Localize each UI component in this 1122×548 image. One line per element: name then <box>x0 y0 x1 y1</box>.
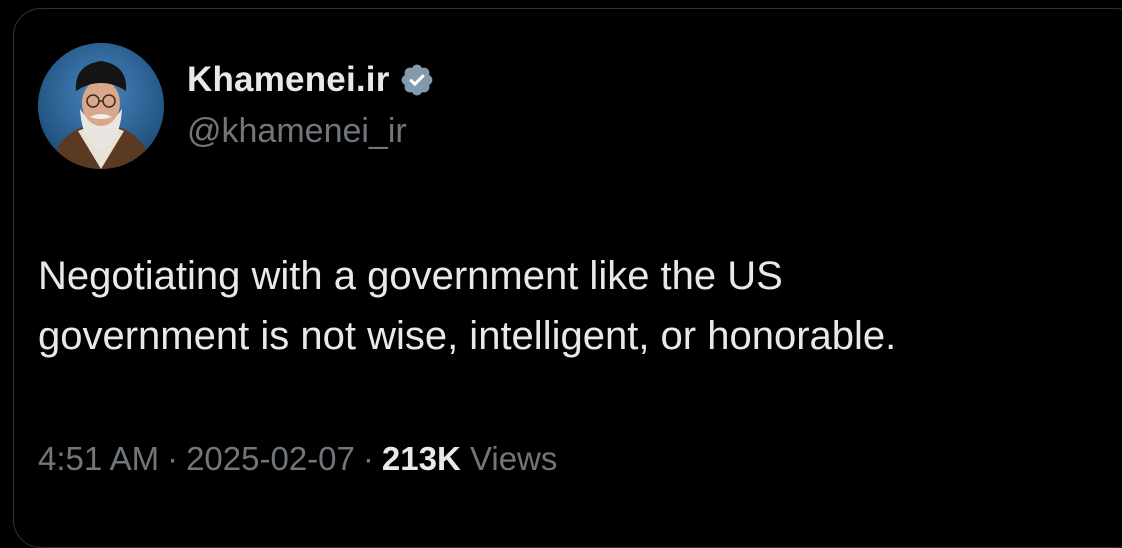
views-count[interactable]: 213K <box>382 440 461 477</box>
separator: · <box>167 440 179 477</box>
tweet-text: Negotiating with a government like the U… <box>38 246 1098 366</box>
separator: · <box>362 440 374 477</box>
screenshot-frame: Khamenei.ir @khamenei_ir Negotiating wit… <box>0 0 1122 548</box>
author-name-row: Khamenei.ir <box>187 56 435 104</box>
avatar[interactable] <box>38 43 164 169</box>
views-label: Views <box>469 440 558 477</box>
tweet-time[interactable]: 4:51 AM <box>38 440 159 477</box>
display-name[interactable]: Khamenei.ir <box>187 60 390 100</box>
tweet-text-line: Negotiating with a government like the U… <box>38 254 783 298</box>
tweet-date[interactable]: 2025-02-07 <box>186 440 355 477</box>
tweet-metadata: 4:51 AM · 2025-02-07 · 213K Views <box>38 440 557 478</box>
verified-badge-icon[interactable] <box>399 62 435 98</box>
tweet-text-line: government is not wise, intelligent, or … <box>38 314 897 358</box>
avatar-photo-icon <box>38 43 164 169</box>
user-handle[interactable]: @khamenei_ir <box>187 112 407 151</box>
